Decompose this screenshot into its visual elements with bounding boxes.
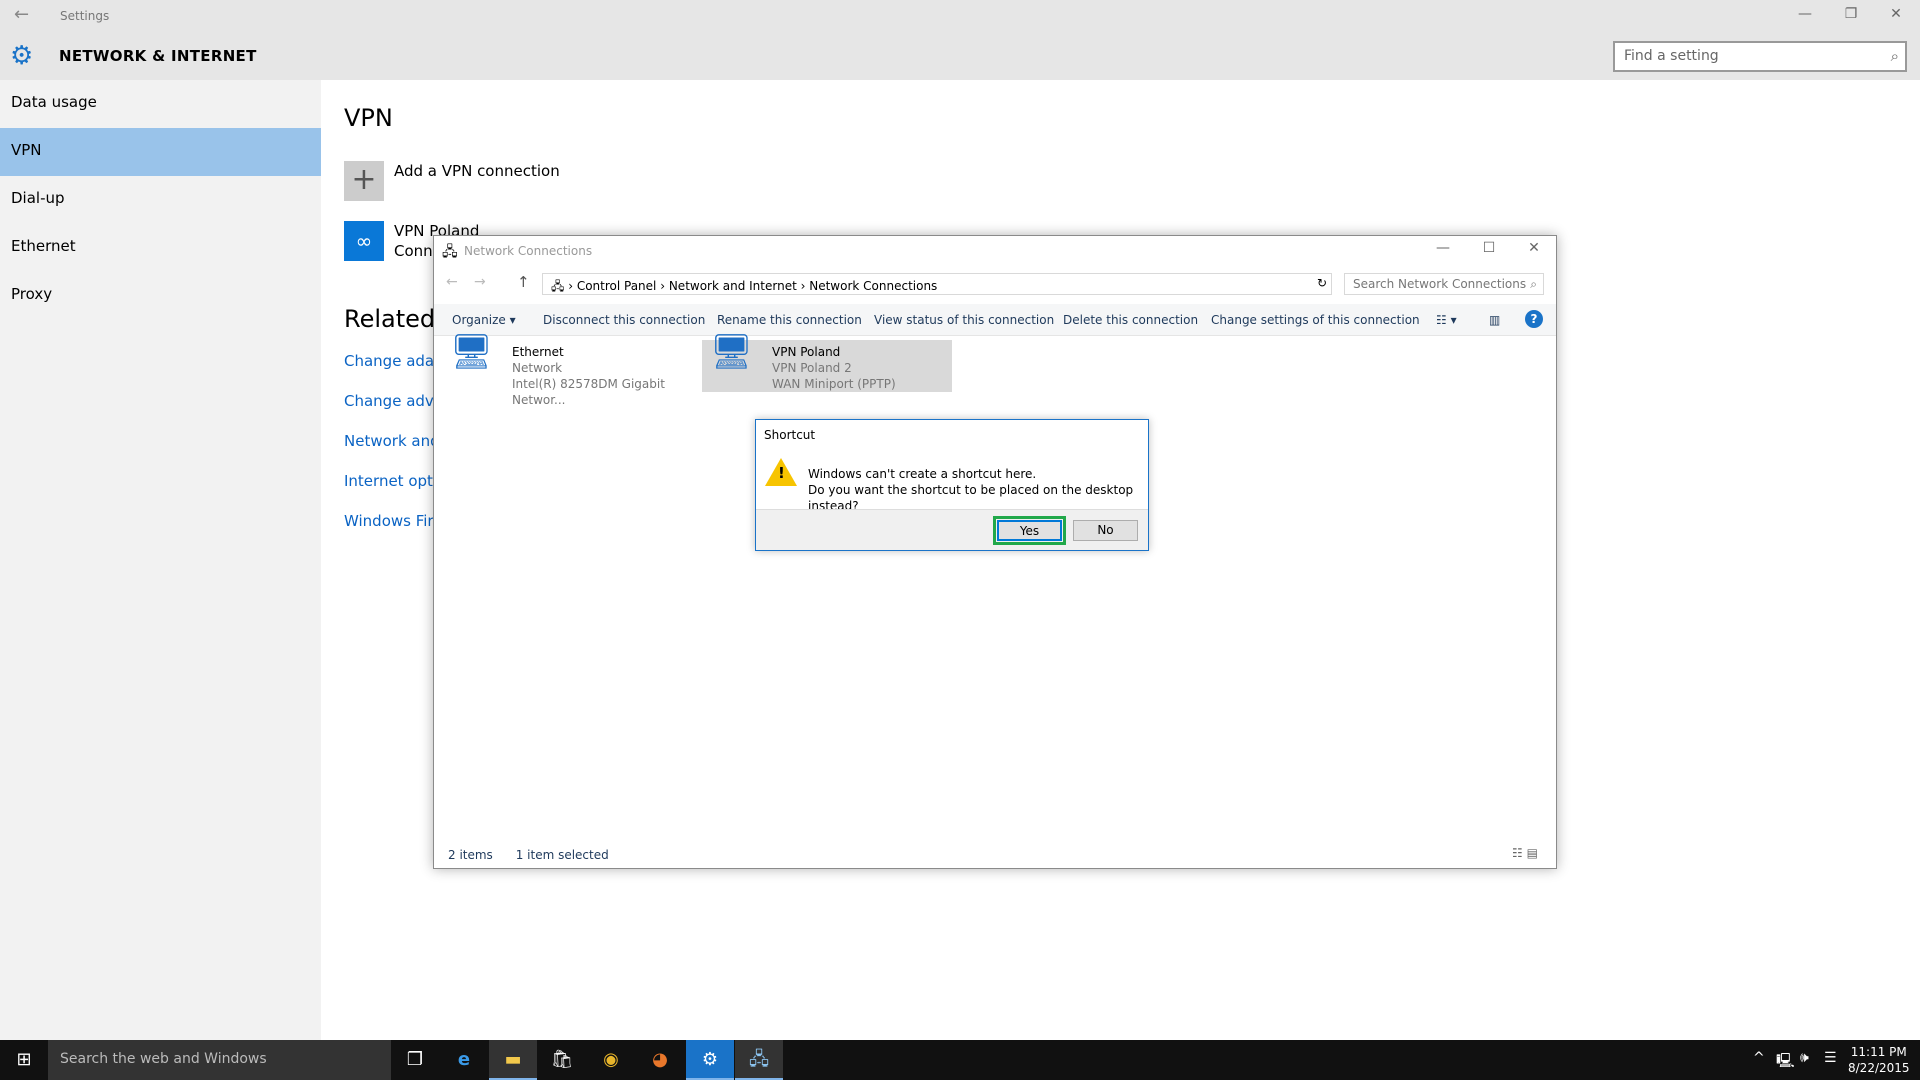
refresh-icon[interactable]: ↻ <box>1317 276 1327 290</box>
view-status-button[interactable]: View status of this connection <box>874 313 1054 327</box>
action-center-icon[interactable]: ☰ <box>1824 1050 1837 1066</box>
item-network: Network <box>512 361 563 375</box>
up-arrow-icon[interactable]: ↑ <box>517 273 530 291</box>
close-button[interactable]: ✕ <box>1514 240 1554 256</box>
sidebar: Data usage VPN Dial-up Ethernet Proxy <box>0 80 321 1040</box>
details-view-icon[interactable]: ☷ ▤ <box>1512 846 1538 860</box>
search-placeholder: Search Network Connections <box>1353 277 1527 291</box>
network-connections-window: 🖧 Network Connections — ☐ ✕ ← → ↑ 🖧 › Co… <box>433 235 1557 869</box>
find-setting-input[interactable]: Find a setting ⌕ <box>1613 41 1907 72</box>
sidebar-item-vpn[interactable]: VPN <box>0 128 321 176</box>
vpn-adapter-icon: 🖥 <box>710 332 754 372</box>
dialog-message: Windows can't create a shortcut here. Do… <box>808 466 1148 514</box>
dialog-footer: Yes No <box>756 509 1148 550</box>
settings-app-icon[interactable]: ⚙ <box>686 1040 734 1080</box>
item-name: VPN Poland <box>772 345 841 359</box>
item-name: Ethernet <box>512 345 564 359</box>
find-placeholder: Find a setting <box>1624 48 1719 64</box>
link-internet-options[interactable]: Internet optio <box>344 472 446 490</box>
time: 11:11 PM <box>1850 1045 1907 1059</box>
search-icon: ⌕ <box>1890 47 1899 65</box>
disconnect-button[interactable]: Disconnect this connection <box>543 313 705 327</box>
date: 8/22/2015 <box>1848 1061 1910 1075</box>
volume-icon[interactable]: 🕪 <box>1800 1050 1809 1066</box>
organize-menu[interactable]: Organize ▾ <box>452 313 516 327</box>
forward-arrow-icon[interactable]: → <box>474 274 486 290</box>
back-arrow-icon[interactable]: ← <box>14 4 29 25</box>
close-button[interactable]: ✕ <box>1876 6 1916 22</box>
plus-icon[interactable]: + <box>344 161 384 201</box>
back-arrow-icon[interactable]: ← <box>446 274 458 290</box>
item-count: 2 items <box>448 848 493 862</box>
chevron-up-icon[interactable]: ^ <box>1753 1050 1765 1066</box>
rename-button[interactable]: Rename this connection <box>717 313 862 327</box>
add-vpn-button[interactable]: Add a VPN connection <box>394 162 560 180</box>
yes-button[interactable]: Yes <box>993 516 1066 545</box>
clock[interactable]: 11:11 PM 8/22/2015 <box>1848 1044 1910 1076</box>
link-windows-firewall[interactable]: Windows Fire <box>344 512 443 530</box>
store-icon[interactable]: 🛍 <box>538 1040 586 1080</box>
change-settings-button[interactable]: Change settings of this connection <box>1211 313 1420 327</box>
task-view-icon[interactable]: ❐ <box>391 1040 439 1080</box>
sidebar-item-ethernet[interactable]: Ethernet <box>0 224 321 272</box>
sidebar-item-proxy[interactable]: Proxy <box>0 272 321 320</box>
settings-titlebar: ← Settings ⚙ NETWORK & INTERNET — ❐ ✕ Fi… <box>0 0 1920 80</box>
warning-icon: ! <box>765 458 797 486</box>
chrome-icon[interactable]: ◉ <box>587 1040 635 1080</box>
delete-button[interactable]: Delete this connection <box>1063 313 1198 327</box>
taskbar-search[interactable]: Search the web and Windows <box>48 1040 391 1080</box>
status-bar: 2 items 1 item selected <box>448 848 609 862</box>
search-network-connections-input[interactable]: Search Network Connections ⌕ <box>1344 273 1544 295</box>
preview-pane-icon[interactable]: ▥ <box>1489 313 1500 327</box>
shortcut-dialog: Shortcut ! Windows can't create a shortc… <box>755 419 1149 551</box>
view-options-icon[interactable]: ☷ ▾ <box>1436 313 1457 327</box>
search-icon: ⌕ <box>1530 277 1537 291</box>
minimize-button[interactable]: — <box>1785 6 1825 22</box>
link-network-sharing[interactable]: Network and <box>344 432 440 450</box>
help-icon[interactable]: ? <box>1525 310 1543 328</box>
app-title: Settings <box>60 9 110 23</box>
minimize-button[interactable]: — <box>1423 240 1463 256</box>
window-title: Network Connections <box>464 244 593 258</box>
item-device: Intel(R) 82578DM Gigabit Networ... <box>512 377 665 407</box>
network-adapter-icon: 🖥 <box>450 332 494 372</box>
firefox-icon[interactable]: ◕ <box>636 1040 684 1080</box>
page-title: VPN <box>344 104 393 132</box>
maximize-button[interactable]: ☐ <box>1469 240 1509 256</box>
file-explorer-icon[interactable]: ▬ <box>489 1040 537 1080</box>
sidebar-item-dial-up[interactable]: Dial-up <box>0 176 321 224</box>
no-button[interactable]: No <box>1073 520 1138 541</box>
taskbar: ⊞ Search the web and Windows ❐ e ▬ 🛍 ◉ ◕… <box>0 1040 1920 1080</box>
section-title: NETWORK & INTERNET <box>59 47 257 65</box>
vpn-icon[interactable]: ∞ <box>344 221 384 261</box>
network-connections-app-icon[interactable]: 🖧 <box>735 1040 783 1080</box>
connection-vpn-poland[interactable]: 🖥 VPN Poland VPN Poland 2 WAN Miniport (… <box>702 332 952 392</box>
command-bar: Organize ▾ Disconnect this connection Re… <box>434 304 1556 336</box>
folder-icon: 🖧 › <box>551 279 577 293</box>
breadcrumb-network-connections[interactable]: Network Connections <box>809 279 937 293</box>
gear-icon: ⚙ <box>10 41 34 71</box>
item-network: VPN Poland 2 <box>772 361 852 375</box>
message-line-1: Windows can't create a shortcut here. <box>808 467 1037 481</box>
breadcrumb-control-panel[interactable]: Control Panel <box>577 279 657 293</box>
restore-button[interactable]: ❐ <box>1831 6 1871 22</box>
network-icon[interactable]: 🖳 <box>1776 1050 1795 1074</box>
edge-icon[interactable]: e <box>440 1040 488 1080</box>
network-folder-icon: 🖧 <box>442 244 458 260</box>
breadcrumb-network-internet[interactable]: Network and Internet <box>669 279 797 293</box>
connection-ethernet[interactable]: 🖥 Ethernet Network Intel(R) 82578DM Giga… <box>442 332 682 407</box>
address-bar[interactable]: 🖧 › Control Panel › Network and Internet… <box>542 273 1332 295</box>
selected-count: 1 item selected <box>515 848 609 862</box>
dialog-title: Shortcut <box>764 428 816 442</box>
sidebar-item-data-usage[interactable]: Data usage <box>0 80 321 128</box>
item-device: WAN Miniport (PPTP) <box>772 377 896 391</box>
start-windows-icon[interactable]: ⊞ <box>0 1040 48 1080</box>
